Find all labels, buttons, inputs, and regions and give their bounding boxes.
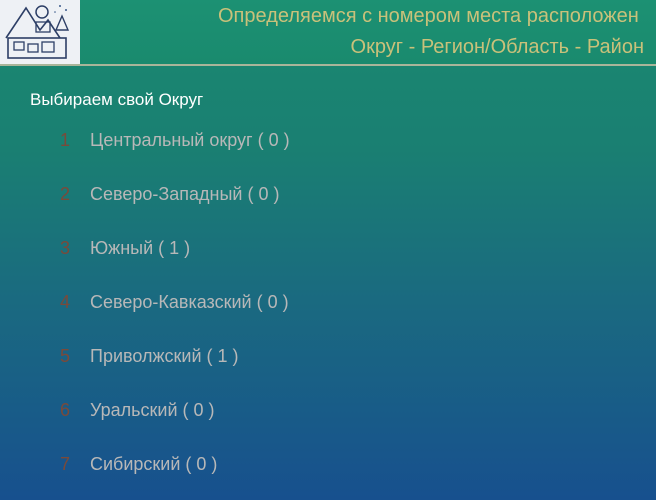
district-item-6[interactable]: 6 Уральский ( 0 ) (0, 396, 400, 424)
district-number: 4 (60, 292, 71, 312)
district-item-4[interactable]: 4 Северо-Кавказский ( 0 ) (0, 288, 400, 316)
district-number: 1 (60, 130, 71, 150)
district-item-3[interactable]: 3 Южный ( 1 ) (0, 234, 400, 262)
district-item-2[interactable]: 2 Северо-Западный ( 0 ) (0, 180, 400, 208)
district-label[interactable]: Сибирский ( 0 ) (90, 454, 217, 475)
district-label[interactable]: Южный ( 1 ) (90, 238, 190, 259)
district-number: 2 (60, 184, 71, 204)
house-map-logo-icon[interactable] (0, 0, 80, 64)
district-number: 6 (60, 400, 71, 420)
section-title: Выбираем свой Округ (30, 90, 204, 109)
district-number: 5 (60, 346, 71, 366)
district-number: 7 (60, 454, 71, 474)
district-item-5[interactable]: 5 Приволжский ( 1 ) (0, 342, 400, 370)
district-label[interactable]: Северо-Западный ( 0 ) (90, 184, 279, 205)
district-number: 3 (60, 238, 71, 258)
header-title-line2: Округ - Регион/Область - Район (350, 36, 644, 58)
district-label[interactable]: Приволжский ( 1 ) (90, 346, 239, 367)
district-label[interactable]: Центральный округ ( 0 ) (90, 130, 290, 151)
district-item-7[interactable]: 7 Сибирский ( 0 ) (0, 450, 400, 478)
district-label[interactable]: Северо-Кавказский ( 0 ) (90, 292, 289, 313)
header-title-line1: Определяемся с номером места расположен (218, 5, 639, 27)
district-label[interactable]: Уральский ( 0 ) (90, 400, 215, 421)
district-item-1[interactable]: 1 Центральный округ ( 0 ) (0, 126, 400, 154)
header: Определяемся с номером места расположен … (0, 0, 656, 66)
